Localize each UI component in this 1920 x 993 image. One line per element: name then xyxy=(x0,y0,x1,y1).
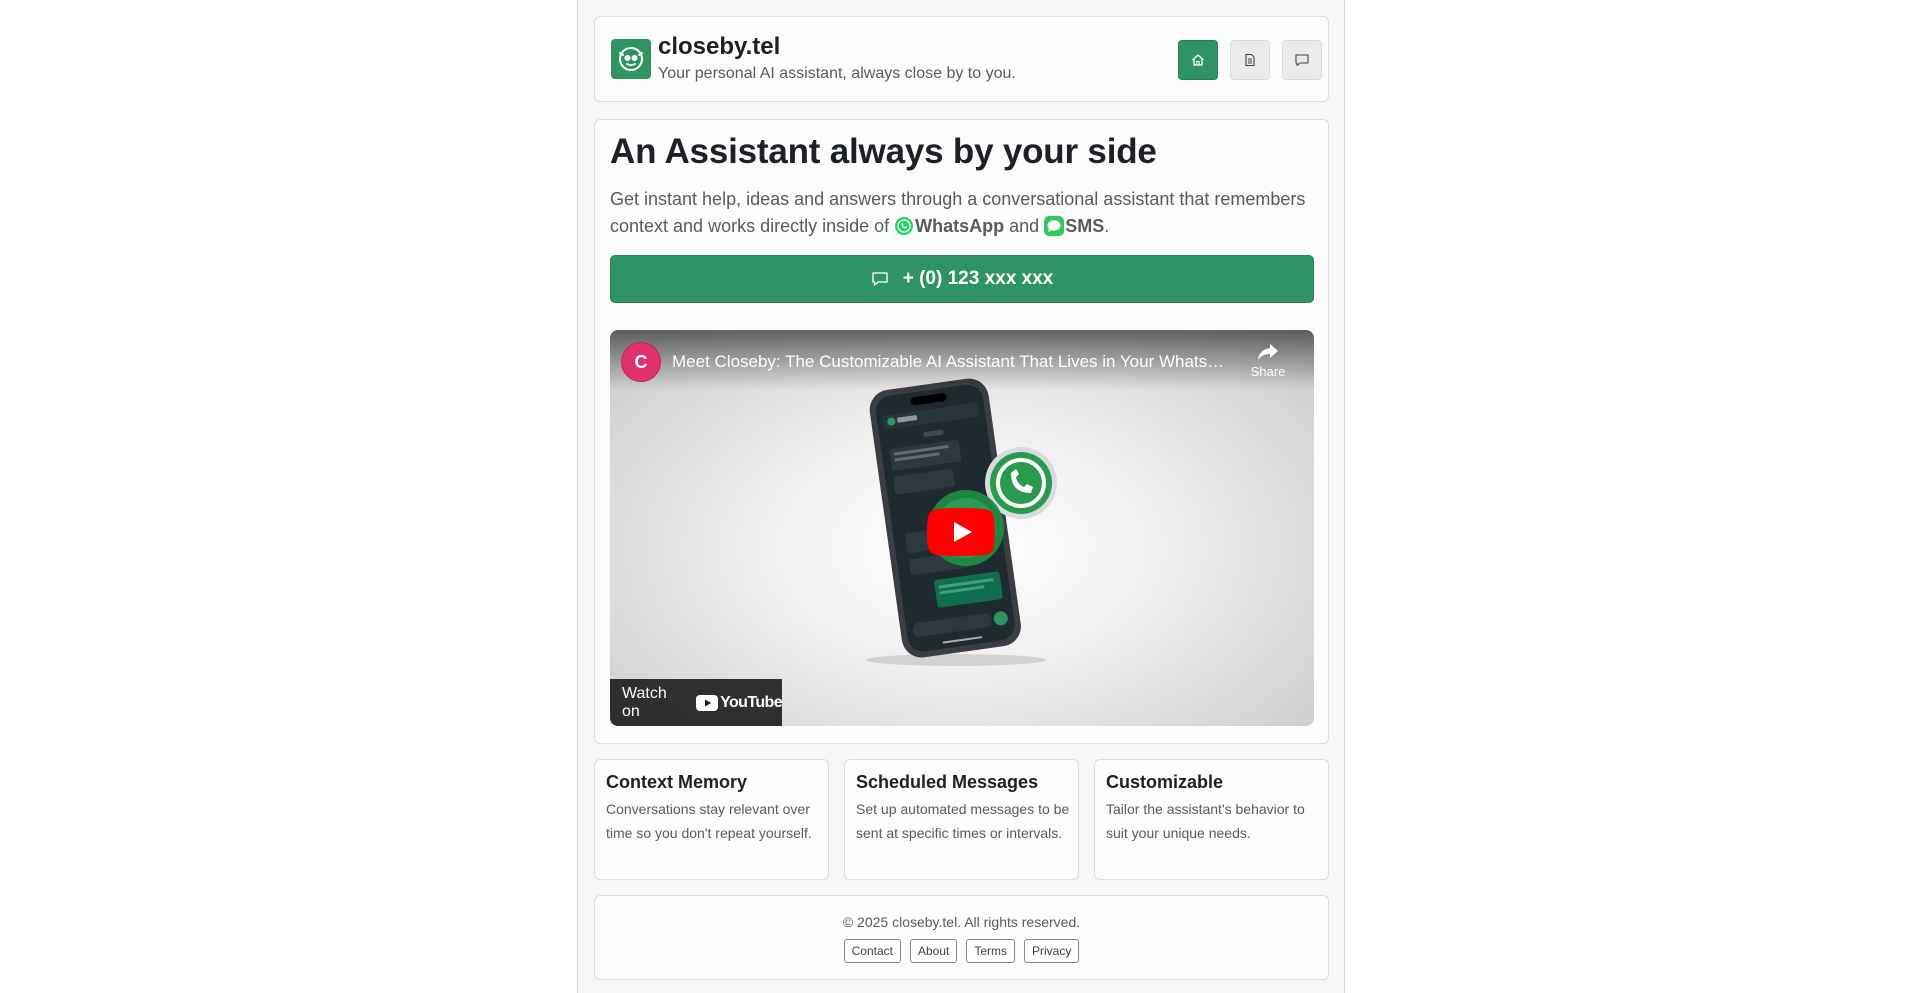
channel-avatar[interactable]: C xyxy=(621,342,661,382)
footer-link-contact[interactable]: Contact xyxy=(843,939,901,963)
chat-icon xyxy=(1295,54,1309,67)
document-icon xyxy=(1245,53,1255,67)
feature-description: Conversations stay relevant over time so… xyxy=(606,801,812,841)
feature-title: Context Memory xyxy=(606,772,748,792)
home-icon xyxy=(1192,54,1204,66)
chat-icon xyxy=(871,271,889,287)
share-icon xyxy=(1258,344,1278,360)
footer-links: Contact About Terms Privacy xyxy=(595,939,1328,963)
feature-description: Tailor the assistant's behavior to suit … xyxy=(1106,801,1305,841)
hero-desc-and: and xyxy=(1004,216,1045,236)
play-button[interactable] xyxy=(927,508,995,556)
watch-on-youtube-button[interactable]: Watch on YouTube xyxy=(610,679,783,726)
call-number-button[interactable]: + (0) 123 xxx xxx xyxy=(610,255,1314,303)
sms-label: SMS xyxy=(1065,216,1105,236)
hero-description: Get instant help, ideas and answers thro… xyxy=(610,186,1310,240)
feature-card-scheduled-messages: Scheduled Messages Set up automated mess… xyxy=(844,759,1079,880)
feature-description: Set up automated messages to be sent at … xyxy=(856,801,1070,841)
video-embed[interactable]: C Meet Closeby: The Customizable AI Assi… xyxy=(610,330,1314,726)
robot-face-icon[interactable] xyxy=(611,39,651,79)
copyright-text: © 2025 closeby.tel. All rights reserved. xyxy=(842,914,1081,930)
brand-title[interactable]: closeby.tel xyxy=(658,33,780,61)
hero-desc-end: . xyxy=(1104,216,1110,236)
nav-home-button[interactable] xyxy=(1178,40,1218,80)
share-button[interactable]: Share xyxy=(1248,342,1288,379)
whatsapp-icon xyxy=(895,217,914,235)
youtube-logo: YouTube xyxy=(696,693,783,712)
site-header: closeby.tel Your personal AI assistant, … xyxy=(594,16,1329,102)
page-column: closeby.tel Your personal AI assistant, … xyxy=(577,0,1345,993)
feature-card-context-memory: Context Memory Conversations stay releva… xyxy=(594,759,829,880)
whatsapp-label: WhatsApp xyxy=(915,216,1005,236)
hero-section: An Assistant always by your side Get ins… xyxy=(594,119,1329,744)
sms-icon xyxy=(1044,216,1065,236)
feature-card-customizable: Customizable Tailor the assistant's beha… xyxy=(1094,759,1329,880)
feature-title: Scheduled Messages xyxy=(856,772,1039,792)
share-label: Share xyxy=(1250,364,1286,379)
site-footer: © 2025 closeby.tel. All rights reserved.… xyxy=(594,895,1329,980)
nav-docs-button[interactable] xyxy=(1230,40,1270,80)
footer-link-about[interactable]: About xyxy=(909,939,958,963)
youtube-icon xyxy=(696,694,719,711)
footer-link-terms[interactable]: Terms xyxy=(966,939,1016,963)
video-title[interactable]: Meet Closeby: The Customizable AI Assist… xyxy=(672,352,1232,372)
footer-link-privacy[interactable]: Privacy xyxy=(1024,939,1080,963)
feature-title: Customizable xyxy=(1106,772,1224,792)
play-icon xyxy=(927,508,995,556)
brand-subtitle: Your personal AI assistant, always close… xyxy=(658,65,1016,82)
youtube-word: YouTube xyxy=(720,693,782,711)
nav-chat-button[interactable] xyxy=(1282,40,1322,80)
hero-title: An Assistant always by your side xyxy=(610,132,1157,171)
watch-on-label: Watch on xyxy=(622,684,667,720)
cta-label: + (0) 123 xxx xxx xyxy=(902,268,1054,289)
